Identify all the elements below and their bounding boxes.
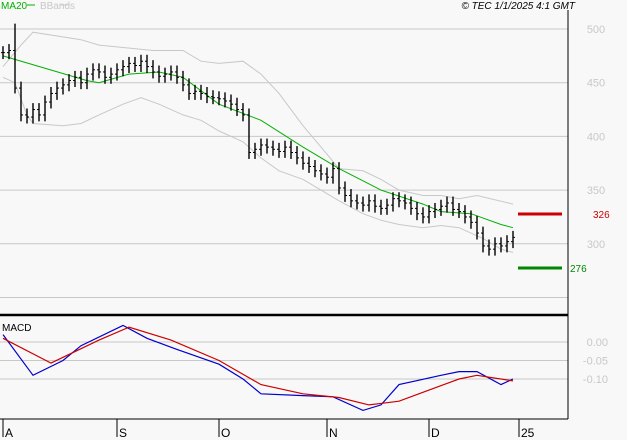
y-tick-label: 350 [587, 185, 605, 197]
macd-line [2, 324, 514, 412]
y-tick-label: 450 [587, 78, 605, 90]
macd-tick-label: -0.05 [583, 356, 608, 368]
signal-line [2, 326, 514, 406]
macd-tick-label: -0.10 [583, 374, 608, 386]
x-tick-label: N [329, 426, 338, 440]
support-level-label: 276 [570, 264, 587, 275]
price-chart: 326 276 500 450 400 350 300 0.00 -0.05 -0.10 A S O N… [0, 1, 610, 440]
legend-bbands: BBands [40, 1, 75, 12]
copyright-label: © TEC 1/1/2025 4:1 GMT [461, 1, 575, 12]
y-tick-label: 500 [587, 24, 605, 36]
y-tick-label: 300 [587, 239, 605, 251]
x-tick-label: D [431, 426, 440, 440]
price-bars [1, 23, 515, 256]
bband-lower [2, 76, 514, 253]
macd-tick-label: 0.00 [587, 337, 608, 349]
ma20-line [2, 55, 514, 229]
x-tick-label: 25 [521, 426, 535, 440]
macd-label: MACD [2, 323, 31, 334]
bband-upper [2, 31, 514, 205]
y-tick-label: 400 [587, 131, 605, 143]
x-tick-label: S [119, 426, 127, 440]
x-tick-label: O [221, 426, 230, 440]
x-tick-label: A [5, 426, 13, 440]
legend-ma20: MA20 [1, 1, 28, 12]
resistance-level-label: 326 [593, 210, 610, 221]
